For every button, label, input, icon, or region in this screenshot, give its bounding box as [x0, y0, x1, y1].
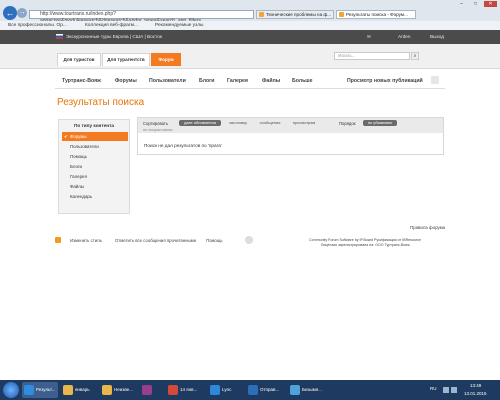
main-nav: Туртранс-Вояж Форумы Пользователи Блоги … — [55, 76, 445, 89]
nav-users[interactable]: Пользователи — [149, 78, 186, 84]
tab-agencies[interactable]: Для турагентств — [102, 53, 150, 66]
mail-icon[interactable]: ✉ — [367, 30, 371, 44]
sort-label: Сортировать — [143, 121, 169, 126]
results-panel: Сортировать дате обновления заголовку со… — [137, 117, 444, 155]
clock-date[interactable]: 13.01.2015 — [464, 391, 487, 396]
taskbar-lync[interactable]: Lync — [208, 382, 242, 398]
taskbar-paint[interactable]: Безымя... — [288, 382, 326, 398]
taskbar-folder-january[interactable]: январь — [61, 382, 97, 398]
maximize-icon[interactable]: □ — [469, 1, 482, 7]
footer: Изменить стиль Отметить все сообщения пр… — [55, 236, 445, 248]
taskbar-outlook[interactable]: Отправ... — [246, 382, 284, 398]
language-indicator[interactable]: RU — [430, 386, 437, 391]
credits-line-1: Community Forum Software by IP.Board Рус… — [309, 238, 421, 242]
page-title: Результаты поиска — [57, 97, 145, 108]
credits-line-2: Лицензия зарегистрирована на: ООО Туртра… — [321, 243, 410, 247]
content-type-filter: По типу контента ✔ Форумы Пользователи П… — [58, 119, 130, 214]
view-new-posts-link[interactable]: Просмотр новых публикаций — [347, 78, 423, 84]
sort-by-title[interactable]: заголовку — [225, 120, 251, 126]
sort-by-posts[interactable]: сообщения — [255, 120, 285, 126]
favorite-item[interactable]: Коллекция веб-фрагм... — [85, 21, 138, 30]
tray-icons[interactable] — [443, 387, 463, 393]
favorite-item[interactable]: Все профессионалы. Ор... — [8, 21, 67, 30]
start-button[interactable] — [3, 382, 19, 398]
taskbar-ie[interactable]: Результ... — [22, 382, 58, 398]
help-link[interactable]: Помощь — [206, 238, 223, 243]
filter-users[interactable]: Пользователи — [62, 142, 128, 151]
site-tabs-row: Для туристов Для турагентств Форум — [0, 44, 500, 69]
forum-rules-link[interactable]: Правила форума — [410, 225, 445, 230]
nav-blogs[interactable]: Блоги — [199, 78, 214, 84]
tab-forum[interactable]: Форум — [151, 53, 181, 66]
filter-help[interactable]: Помощь — [62, 152, 128, 161]
calendar-icon — [168, 385, 178, 395]
filter-files[interactable]: Файлы — [62, 182, 128, 191]
mark-all-read-link[interactable]: Отметить все сообщения прочитанными — [115, 238, 196, 243]
order-label: Порядок — [339, 121, 356, 126]
ie-icon — [24, 385, 34, 395]
rss-icon[interactable] — [431, 76, 439, 84]
forward-button-icon[interactable]: → — [17, 8, 27, 18]
site-tagline: Экскурсионные туры Европа | США | Восток — [66, 34, 162, 39]
paint-icon — [290, 385, 300, 395]
tab-tech-problems[interactable]: Технические проблемы на ф... — [256, 10, 334, 19]
order-desc[interactable]: по убыванию — [363, 120, 397, 126]
search-input[interactable]: Искать... — [334, 52, 410, 60]
filter-blogs[interactable]: Блоги — [62, 162, 128, 171]
favorite-item[interactable]: Рекомендуемые узлы — [155, 21, 203, 30]
tab-tourists[interactable]: Для туристов — [57, 53, 101, 66]
nav-forums[interactable]: Форумы — [115, 78, 137, 84]
filter-calendar[interactable]: Календарь — [62, 192, 128, 201]
taskbar-folder-unknown[interactable]: Неизве... — [100, 382, 136, 398]
tab-search-results[interactable]: Результаты поиска - Форум... — [336, 10, 416, 19]
minimize-icon[interactable]: – — [455, 1, 468, 7]
taskbar-app[interactable] — [140, 382, 162, 398]
nav-more[interactable]: Больше — [292, 78, 312, 84]
sort-by-views[interactable]: просмотрам — [289, 120, 319, 126]
sort-bar: Сортировать дате обновления заголовку со… — [138, 118, 443, 133]
windows-taskbar: Результ... январь Неизве... 14 янв... Ly… — [0, 380, 500, 400]
clock-time[interactable]: 13:49 — [470, 383, 481, 388]
filter-title: По типу контента — [73, 123, 115, 128]
rss-feed-icon[interactable] — [55, 237, 61, 243]
favorites-bar: Все профессионалы. Ор... Коллекция веб-ф… — [0, 21, 500, 30]
filter-gallery[interactable]: Галерея — [62, 172, 128, 181]
logout-link[interactable]: Выход — [430, 30, 444, 44]
close-icon[interactable]: ✕ — [484, 1, 497, 7]
filter-forums[interactable]: ✔ Форумы — [62, 132, 128, 141]
taskbar-calendar[interactable]: 14 янв... — [166, 382, 204, 398]
site-favicon-icon — [339, 12, 344, 17]
nav-gallery[interactable]: Галерея — [227, 78, 248, 84]
nav-tourtrans[interactable]: Туртранс-Вояж — [62, 78, 101, 84]
outlook-icon — [248, 385, 258, 395]
nav-files[interactable]: Файлы — [262, 78, 280, 84]
order-asc[interactable]: по возрастанию — [143, 127, 173, 132]
folder-icon — [102, 385, 112, 395]
back-button-icon[interactable]: ← — [3, 6, 17, 20]
change-style-link[interactable]: Изменить стиль — [70, 238, 102, 243]
site-favicon-icon — [259, 12, 264, 17]
address-bar[interactable]: http://www.tourtrans.ru/index.php?app=co… — [29, 10, 254, 24]
folder-icon — [63, 385, 73, 395]
lync-icon — [210, 385, 220, 395]
no-results-message: Поиск не дал результатов по 'прага' — [144, 143, 222, 148]
scroll-top-icon[interactable] — [245, 236, 253, 244]
search-button-icon[interactable]: ⌕ — [411, 52, 419, 60]
flag-icon — [56, 34, 63, 39]
user-menu[interactable]: Arden — [398, 30, 411, 44]
app-icon — [142, 385, 152, 395]
site-top-strip: Экскурсионные туры Европа | США | Восток… — [0, 30, 500, 44]
check-icon: ✔ — [64, 134, 68, 139]
sort-by-date[interactable]: дате обновления — [179, 120, 221, 126]
